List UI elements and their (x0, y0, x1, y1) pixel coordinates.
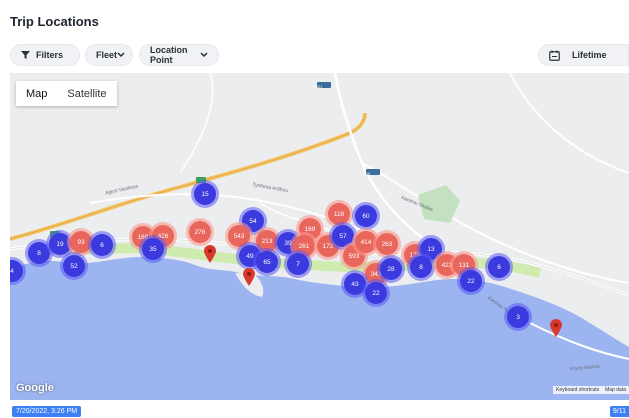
google-logo: Google (16, 382, 54, 394)
cluster-marker[interactable]: 118 (328, 203, 350, 225)
chevron-down-icon (200, 52, 208, 58)
cluster-marker[interactable]: 8 (410, 256, 432, 278)
cluster-marker[interactable]: 7 (287, 253, 309, 275)
fleet-label: Fleet (96, 50, 118, 60)
location-point-dropdown[interactable]: Location Point (139, 44, 219, 66)
cluster-marker[interactable]: 65 (256, 251, 278, 273)
timeline-end-label: 9/11 (609, 406, 629, 417)
cluster-marker[interactable]: 22 (460, 270, 482, 292)
cluster-marker[interactable]: 35 (142, 238, 164, 260)
road-label: E306 (361, 171, 371, 176)
cluster-marker[interactable]: 60 (355, 205, 377, 227)
cluster-marker[interactable]: 3 (507, 306, 529, 328)
cluster-marker[interactable]: 15 (194, 183, 216, 205)
map-attribution: Keyboard shortcuts Map data (553, 386, 629, 394)
period-label: Lifetime (572, 50, 607, 60)
location-point-label: Location Point (150, 45, 188, 65)
trip-map[interactable]: E321 E306 Agios Vasileios Kentrou Skalas Tyr… (10, 73, 629, 400)
filters-label: Filters (36, 50, 64, 60)
cluster-marker[interactable]: 93 (70, 231, 92, 253)
cluster-marker[interactable]: 22 (365, 282, 387, 304)
cluster-marker[interactable]: 414 (355, 231, 377, 253)
cluster-marker[interactable]: 543 (228, 225, 250, 247)
cluster-marker[interactable]: 28 (380, 258, 402, 280)
trip-locations-page: Trip Locations Filters Fleet Location Po… (0, 0, 629, 418)
timeline-start-label: 7/20/2022, 3:26 PM (12, 406, 82, 417)
map-type-map-button[interactable]: Map (16, 81, 57, 106)
page-title: Trip Locations (10, 14, 99, 29)
cluster-marker[interactable]: 6 (488, 256, 510, 278)
cluster-marker[interactable]: 57 (332, 225, 354, 247)
cluster-marker[interactable]: 8 (28, 242, 50, 264)
map-type-satellite-button[interactable]: Satellite (57, 81, 116, 106)
chevron-down-icon (117, 52, 125, 58)
keyboard-shortcuts-link[interactable]: Keyboard shortcuts (556, 387, 599, 393)
location-pin-icon[interactable] (204, 245, 216, 263)
map-data-link[interactable]: Map data (605, 387, 626, 393)
fleet-dropdown[interactable]: Fleet (85, 44, 133, 66)
cluster-marker[interactable]: 263 (376, 233, 398, 255)
cluster-marker[interactable]: 276 (189, 221, 211, 243)
road-label: E321 (313, 84, 323, 89)
cluster-marker[interactable]: 6 (91, 234, 113, 256)
filters-button[interactable]: Filters (10, 44, 80, 66)
cluster-marker[interactable]: 213 (256, 230, 278, 252)
period-selector[interactable]: Lifetime (538, 44, 629, 66)
calendar-icon (549, 50, 560, 61)
location-pin-icon[interactable] (243, 268, 255, 286)
cluster-marker[interactable]: 19 (49, 233, 71, 255)
location-pin-icon[interactable] (550, 319, 562, 337)
cluster-marker[interactable]: 52 (63, 255, 85, 277)
filter-icon (21, 51, 30, 59)
cluster-marker[interactable]: 43 (344, 273, 366, 295)
map-type-control: Map Satellite (16, 81, 117, 106)
